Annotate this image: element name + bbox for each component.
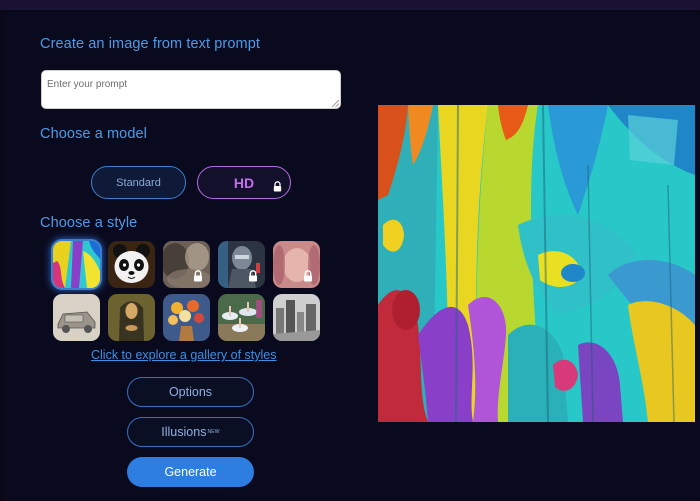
- pencil-sketch-car-thumbnail-image: [53, 294, 100, 341]
- ballet-dancers-thumbnail[interactable]: [218, 294, 265, 341]
- blurred-photo-thumbnail[interactable]: [163, 241, 210, 288]
- hd-model-button[interactable]: HD: [197, 166, 291, 199]
- panda-thumbnail[interactable]: [108, 241, 155, 288]
- pink-portrait-thumbnail[interactable]: [273, 241, 320, 288]
- gallery-link[interactable]: Click to explore a gallery of styles: [91, 348, 277, 362]
- ballet-dancers-thumbnail-image: [218, 294, 265, 341]
- lock-icon: [248, 270, 258, 282]
- style-heading: Choose a style: [40, 215, 138, 231]
- illusions-label: Illusions: [161, 425, 207, 439]
- city-sketch-thumbnail-image: [273, 294, 320, 341]
- abstract-colorful-thumbnail[interactable]: [53, 241, 100, 288]
- generate-label: Generate: [164, 465, 217, 479]
- cyborg-thumbnail[interactable]: [218, 241, 265, 288]
- illusions-button[interactable]: Illusions NEW: [127, 417, 254, 447]
- city-sketch-thumbnail[interactable]: [273, 294, 320, 341]
- lock-icon: [273, 181, 282, 192]
- options-button[interactable]: Options: [127, 377, 254, 407]
- options-label: Options: [168, 385, 213, 399]
- flower-vase-thumbnail-image: [163, 294, 210, 341]
- prompt-input[interactable]: [41, 70, 341, 109]
- lock-icon: [303, 270, 313, 282]
- flower-vase-thumbnail[interactable]: [163, 294, 210, 341]
- standard-model-button[interactable]: Standard: [91, 166, 186, 199]
- standard-model-label: Standard: [116, 176, 161, 189]
- generated-image-preview: [378, 105, 695, 422]
- mona-lisa-thumbnail-image: [108, 294, 155, 341]
- model-heading: Choose a model: [40, 126, 147, 142]
- panda-thumbnail-image: [108, 241, 155, 288]
- generate-button[interactable]: Generate: [127, 457, 254, 487]
- pencil-sketch-car-thumbnail[interactable]: [53, 294, 100, 341]
- top-bar: [0, 0, 700, 10]
- lock-icon: [193, 270, 203, 282]
- mona-lisa-thumbnail[interactable]: [108, 294, 155, 341]
- page-title: Create an image from text prompt: [40, 36, 260, 52]
- new-badge: NEW: [207, 429, 220, 435]
- abstract-colorful-thumbnail-image: [53, 241, 100, 288]
- hd-model-label: HD: [233, 174, 255, 191]
